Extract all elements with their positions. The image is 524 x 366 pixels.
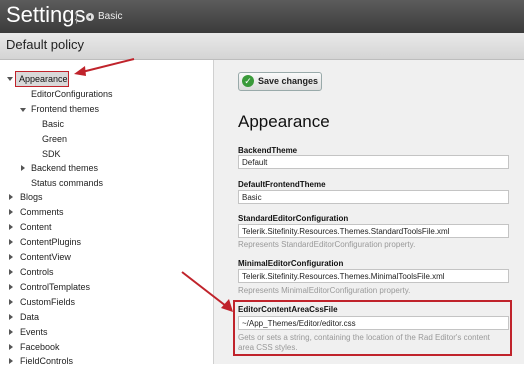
annotation-arrow-icon	[74, 58, 135, 76]
annotation-arrow-icon	[181, 271, 233, 312]
annotation-arrows	[74, 58, 233, 312]
